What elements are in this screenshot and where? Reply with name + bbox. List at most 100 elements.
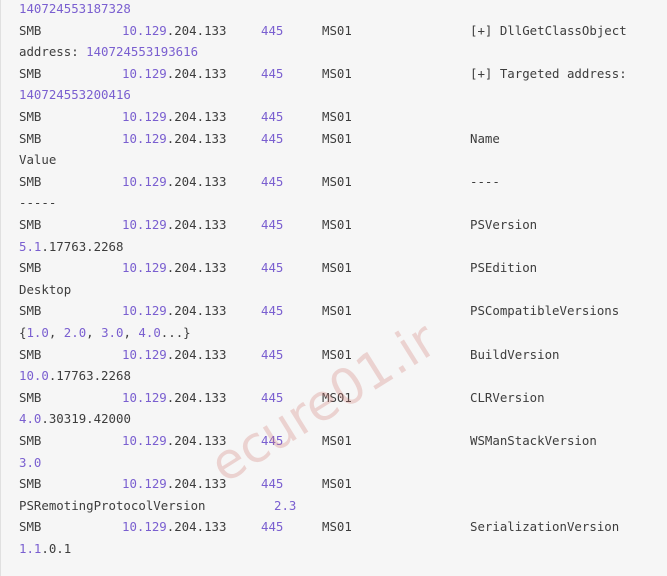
punctuation: , xyxy=(123,325,139,340)
host-name: MS01 xyxy=(322,217,352,232)
protocol-label: SMB xyxy=(19,476,42,492)
wrapped-text-tail: .17763.2268 xyxy=(41,238,124,254)
wrapped-text-tail: .17763.2268 xyxy=(48,368,131,384)
wrapped-text: address: xyxy=(19,44,87,60)
terminal-line: 140724553187328 xyxy=(19,0,131,18)
port-number: 445 xyxy=(261,217,284,232)
protocol-label: SMB xyxy=(19,433,42,448)
punctuation: , xyxy=(86,325,102,340)
port-number: 445 xyxy=(261,433,284,448)
ip-address: 10.129.204.133 xyxy=(122,173,226,191)
port-number: 445 xyxy=(261,173,284,189)
output-message: ---- xyxy=(470,173,500,189)
ip-address: 10.129.204.133 xyxy=(122,108,226,126)
ip-address: 10.129.204.133 xyxy=(122,216,226,234)
host-name: MS01 xyxy=(322,303,352,319)
terminal-line: ----- xyxy=(19,194,56,212)
wrapped-text: 140724553187328 xyxy=(19,1,131,16)
ip-address-suffix: .204.133 xyxy=(166,109,227,124)
ip-address-suffix: .204.133 xyxy=(166,22,227,38)
ip-address-suffix: .204.133 xyxy=(166,65,227,81)
terminal-line: Desktop xyxy=(19,281,71,299)
terminal-output: 140724553187328 SMB 10.129.204.133 445 MS01[… xyxy=(0,0,667,576)
terminal-line: {1.0, 2.0, 3.0, 4.0...} xyxy=(19,324,191,342)
ip-address: 10.129.204.133 xyxy=(122,65,226,83)
wrapped-text: 4.0 xyxy=(19,411,42,427)
version-number: 1.0 xyxy=(26,325,49,340)
ip-address: 10.129.204.133 xyxy=(122,432,226,450)
version-number: 4.0 xyxy=(138,325,161,340)
property-value: 2.3 xyxy=(274,497,297,513)
host-name: MS01 xyxy=(322,433,352,448)
wrapped-text-tail: .0.1 xyxy=(41,541,72,556)
port-number: 445 xyxy=(261,519,284,535)
host-name: MS01 xyxy=(322,476,352,492)
port-number: 445 xyxy=(261,65,284,81)
output-message: BuildVersion xyxy=(470,346,560,362)
ip-address-suffix: .204.133 xyxy=(166,476,227,492)
wrapped-text-tail: .30319.42000 xyxy=(41,411,131,427)
protocol-label: SMB xyxy=(19,260,42,276)
output-message: CLRVersion xyxy=(470,389,545,405)
ip-address-suffix: .204.133 xyxy=(166,433,227,448)
ip-address-suffix: .204.133 xyxy=(166,389,227,405)
protocol-label: SMB xyxy=(19,22,42,38)
version-number: 2.0 xyxy=(63,325,87,340)
ip-address-prefix: 10.129 xyxy=(122,22,167,38)
terminal-line: 1.1.0.1 xyxy=(19,540,71,558)
output-message: PSCompatibleVersions xyxy=(470,303,620,319)
output-message: [+] DllGetClassObject xyxy=(470,22,627,38)
property-name: PSRemotingProtocolVersion xyxy=(19,497,206,513)
ip-address-suffix: .204.133 xyxy=(166,346,227,362)
port-number: 445 xyxy=(261,130,284,146)
host-name: MS01 xyxy=(322,130,352,146)
port-number: 445 xyxy=(261,389,284,405)
wrapped-text: 10.0 xyxy=(19,368,49,384)
ip-address-suffix: .204.133 xyxy=(166,260,227,276)
ip-address-prefix: 10.129 xyxy=(122,130,167,146)
protocol-label: SMB xyxy=(19,389,42,405)
ip-address: 10.129.204.133 xyxy=(122,518,226,536)
protocol-label: SMB xyxy=(19,346,42,362)
punctuation: , xyxy=(48,325,64,340)
host-name: MS01 xyxy=(322,22,352,38)
ip-address: 10.129.204.133 xyxy=(122,130,226,148)
ip-address: 10.129.204.133 xyxy=(122,475,226,493)
wrapped-text: 140724553200416 xyxy=(19,87,131,103)
terminal-line: 5.1.17763.2268 xyxy=(19,238,123,256)
ip-address-suffix: .204.133 xyxy=(166,303,227,319)
wrapped-text: 3.0 xyxy=(19,454,42,470)
protocol-label: SMB xyxy=(19,173,42,189)
protocol-label: SMB xyxy=(19,519,42,535)
terminal-line: 4.0.30319.42000 xyxy=(19,410,131,428)
host-name: MS01 xyxy=(322,519,352,535)
ip-address: 10.129.204.133 xyxy=(122,302,226,320)
host-name: MS01 xyxy=(322,109,352,124)
wrapped-text-tail: 140724553193616 xyxy=(86,44,199,60)
output-message: SerializationVersion xyxy=(470,519,620,535)
ip-address: 10.129.204.133 xyxy=(122,389,226,407)
ip-address-suffix: .204.133 xyxy=(166,173,227,189)
ip-address-prefix: 10.129 xyxy=(122,476,167,492)
wrapped-text: 5.1 xyxy=(19,238,42,254)
terminal-line: 10.0.17763.2268 xyxy=(19,367,131,385)
ip-address-prefix: 10.129 xyxy=(122,65,167,81)
punctuation: ...} xyxy=(160,325,191,340)
output-message: Name xyxy=(470,130,500,146)
ip-address-prefix: 10.129 xyxy=(122,346,167,362)
protocol-label: SMB xyxy=(19,303,42,319)
ip-address-prefix: 10.129 xyxy=(122,433,167,448)
wrapped-text: ----- xyxy=(19,195,57,211)
terminal-line: 3.0 xyxy=(19,454,41,472)
host-name: MS01 xyxy=(322,173,352,189)
port-number: 445 xyxy=(261,22,284,38)
version-number: 3.0 xyxy=(101,325,124,340)
port-number: 445 xyxy=(261,476,284,492)
host-name: MS01 xyxy=(322,346,352,362)
port-number: 445 xyxy=(261,109,284,124)
host-name: MS01 xyxy=(322,65,352,81)
ip-address-prefix: 10.129 xyxy=(122,217,167,232)
host-name: MS01 xyxy=(322,260,352,276)
output-message: [+] Targeted address: xyxy=(470,65,627,81)
ip-address: 10.129.204.133 xyxy=(122,346,226,364)
